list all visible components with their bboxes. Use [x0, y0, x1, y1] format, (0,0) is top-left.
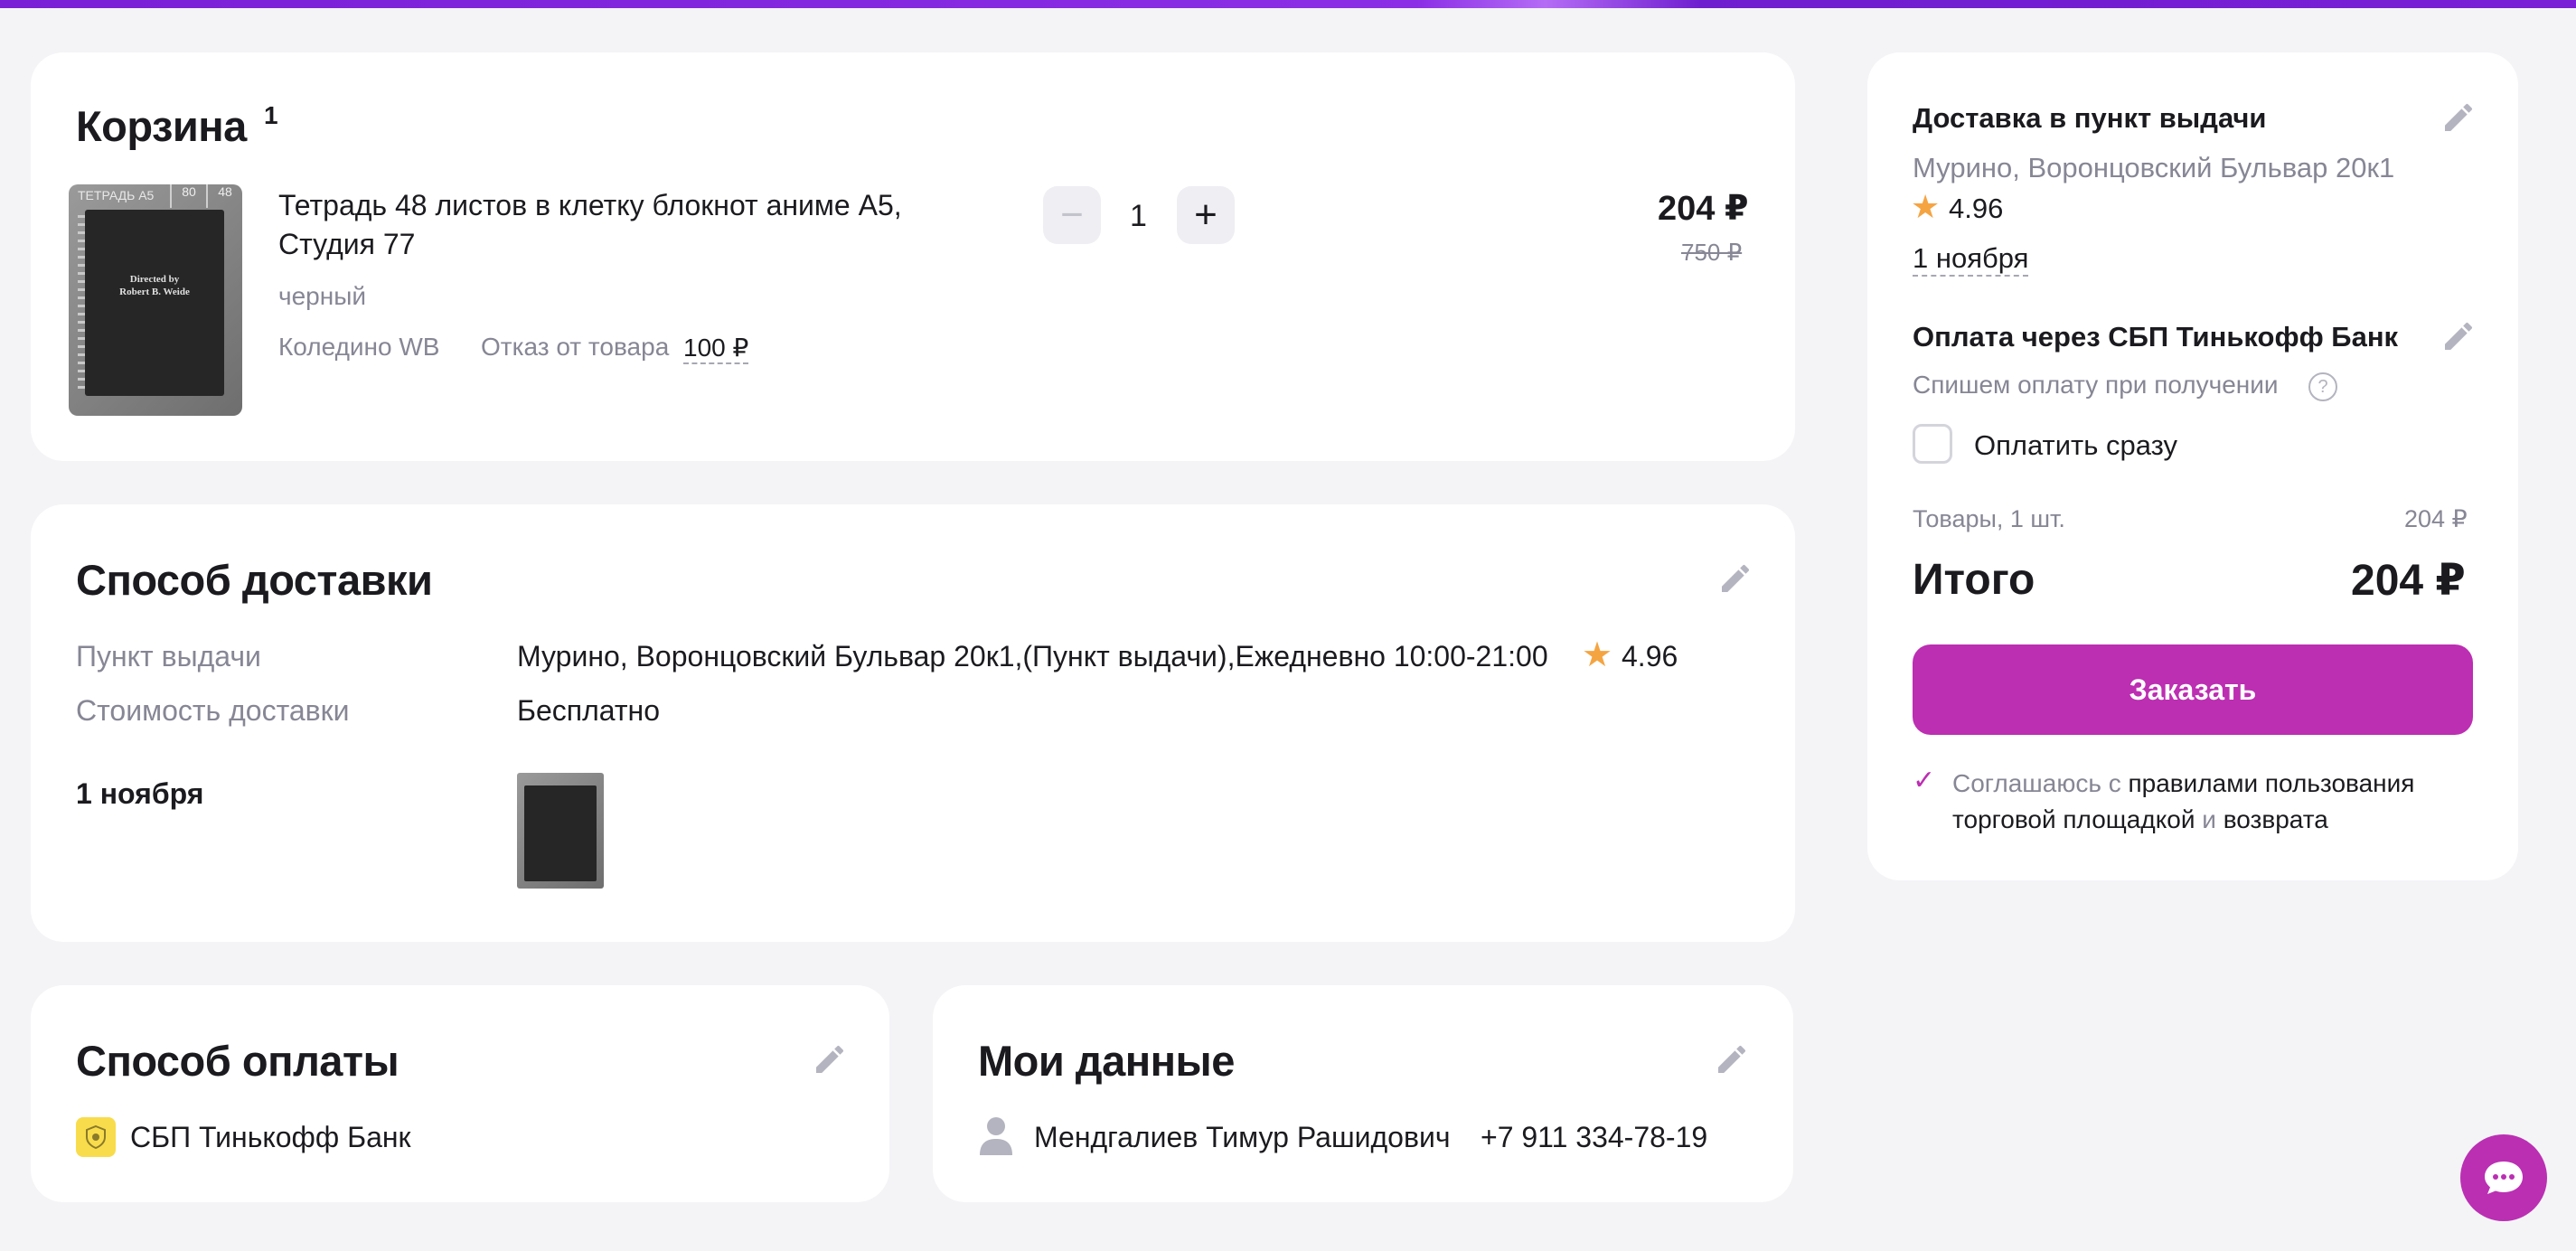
- product-color: черный: [278, 282, 366, 310]
- agree-and: и: [2202, 805, 2216, 833]
- my-data-title: Мои данные: [978, 1037, 1235, 1085]
- summary-star-icon: ★: [1911, 188, 1941, 225]
- payment-bank-name: СБП Тинькофф Банк: [130, 1121, 411, 1153]
- delivery-date: 1 ноября: [76, 777, 204, 810]
- summary-payment-note: Спишем оплату при получении: [1913, 371, 2279, 399]
- summary-payment-title: Оплата через СБП Тинькофф Банк: [1913, 321, 2399, 353]
- agree-line1: Соглашаюсь с правилами пользования: [1952, 769, 2414, 798]
- notebook-cover-text: Directed by Robert B. Weide: [85, 273, 224, 298]
- product-name-line1[interactable]: Тетрадь 48 листов в клетку блокнот аниме…: [278, 189, 902, 222]
- payment-method-card: [31, 985, 889, 1202]
- order-button[interactable]: Заказать: [1913, 644, 2473, 735]
- product-image-num1: 80: [170, 184, 206, 208]
- delivery-cost-label: Стоимость доставки: [76, 694, 350, 727]
- minus-icon: −: [1060, 193, 1084, 237]
- thumbnail-cover: [524, 785, 597, 881]
- customer-name: Мендгалиев Тимур Рашидович: [1034, 1121, 1451, 1153]
- agree-check-icon[interactable]: ✓: [1913, 765, 1935, 796]
- payment-method-title: Способ оплаты: [76, 1037, 400, 1085]
- payment-method-edit-pencil-icon[interactable]: [812, 1041, 848, 1077]
- summary-goods-price: 204 ₽: [2404, 505, 2468, 532]
- product-image-numbers: 80 48: [170, 184, 242, 208]
- summary-total-price: 204 ₽: [2351, 557, 2466, 605]
- plus-icon: +: [1194, 193, 1217, 237]
- pickup-value: Мурино, Воронцовский Бульвар 20к1,(Пункт…: [517, 640, 1548, 673]
- delivery-product-thumbnail[interactable]: [517, 773, 604, 889]
- refusal-label: Отказ от товара: [481, 333, 670, 361]
- returns-link[interactable]: возврата: [2223, 805, 2328, 833]
- summary-total-label: Итого: [1913, 556, 2035, 604]
- notebook-cover: Directed by Robert B. Weide: [85, 210, 224, 396]
- product-image[interactable]: ТЕТРАДЬ А5 80 48 Directed by Robert B. We…: [69, 184, 242, 416]
- summary-delivery-date[interactable]: 1 ноября: [1913, 242, 2029, 277]
- product-price: 204 ₽: [1658, 190, 1749, 228]
- cover-text-line2: Robert B. Weide: [119, 287, 190, 297]
- top-accent-bar: [0, 0, 2576, 8]
- cover-text-line1: Directed by: [129, 274, 180, 285]
- help-icon[interactable]: ?: [2308, 372, 2337, 401]
- chat-icon: [2483, 1160, 2524, 1196]
- quantity-increase-button[interactable]: +: [1177, 186, 1235, 244]
- user-icon: [978, 1115, 1014, 1155]
- summary-goods-label: Товары, 1 шт.: [1913, 505, 2065, 532]
- terms-link-part1[interactable]: правилами пользования: [2128, 769, 2414, 797]
- quantity-value: 1: [1130, 199, 1147, 233]
- pickup-label: Пункт выдачи: [76, 640, 261, 673]
- customer-phone: +7 911 334-78-19: [1481, 1121, 1708, 1153]
- refusal-price[interactable]: 100 ₽: [683, 333, 749, 364]
- product-old-price: 750 ₽: [1681, 239, 1743, 266]
- bank-logo-icon: [76, 1117, 116, 1157]
- cart-count-badge: 1: [264, 101, 278, 129]
- terms-link-part2[interactable]: торговой площадкой: [1952, 805, 2195, 833]
- product-image-num2: 48: [206, 184, 242, 208]
- product-warehouse: Коледино WB: [278, 333, 440, 361]
- delivery-method-edit-pencil-icon[interactable]: [1717, 560, 1753, 597]
- product-name-line2[interactable]: Студия 77: [278, 228, 415, 261]
- cart-title: Корзина: [76, 102, 247, 150]
- product-image-tag: ТЕТРАДЬ А5: [78, 188, 155, 202]
- summary-delivery-title: Доставка в пункт выдачи: [1913, 102, 2267, 134]
- my-data-card: [933, 985, 1793, 1202]
- chat-button[interactable]: [2460, 1134, 2547, 1221]
- delivery-method-title: Способ доставки: [76, 556, 433, 604]
- summary-address: Мурино, Воронцовский Бульвар 20к1: [1913, 152, 2395, 183]
- delivery-rating: 4.96: [1622, 640, 1678, 673]
- pay-now-label[interactable]: Оплатить сразу: [1974, 429, 2177, 462]
- agree-prefix: Соглашаюсь с: [1952, 769, 2121, 797]
- pay-now-checkbox[interactable]: [1913, 424, 1952, 464]
- agree-line2: торговой площадкой и возврата: [1952, 805, 2328, 834]
- delivery-rating-star-icon: ★: [1582, 636, 1613, 674]
- summary-delivery-edit-pencil-icon[interactable]: [2440, 99, 2477, 136]
- delivery-cost-value: Бесплатно: [517, 694, 661, 727]
- quantity-decrease-button[interactable]: −: [1043, 186, 1101, 244]
- my-data-edit-pencil-icon[interactable]: [1714, 1041, 1750, 1077]
- summary-payment-edit-pencil-icon[interactable]: [2440, 318, 2477, 354]
- summary-rating: 4.96: [1949, 193, 2004, 224]
